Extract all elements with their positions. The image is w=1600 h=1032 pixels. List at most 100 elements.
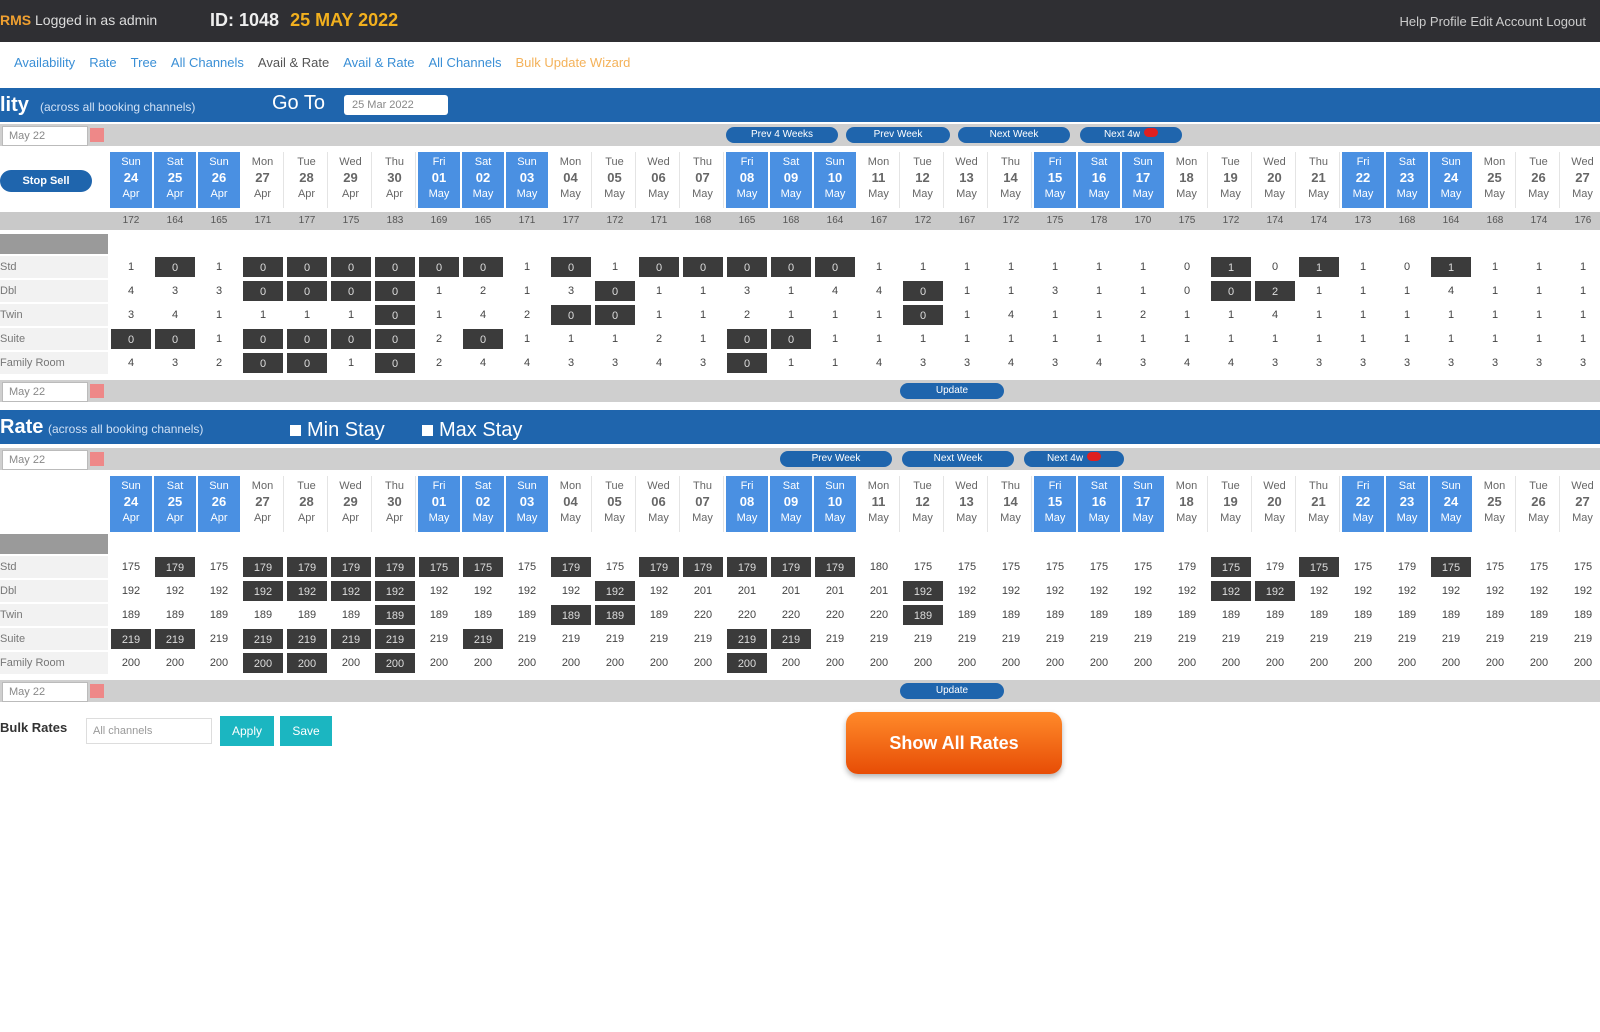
grid-cell[interactable]: 219 — [506, 628, 548, 650]
grid-cell[interactable]: 1 — [1474, 280, 1516, 302]
grid-cell[interactable]: 1 — [506, 328, 548, 350]
grid-cell[interactable]: 1 — [946, 280, 988, 302]
rates-month-select-bottom[interactable]: May 22 — [2, 682, 88, 702]
grid-cell[interactable]: 0 — [1166, 256, 1208, 278]
grid-cell[interactable]: 175 — [594, 556, 636, 578]
grid-cell[interactable]: 220 — [858, 604, 900, 626]
grid-cell[interactable]: 1 — [1474, 256, 1516, 278]
grid-cell[interactable]: 1 — [1430, 328, 1472, 350]
grid-cell[interactable]: 1 — [946, 256, 988, 278]
grid-cell[interactable]: 3 — [1034, 280, 1076, 302]
grid-cell[interactable]: 192 — [1122, 580, 1164, 602]
grid-cell[interactable]: 189 — [418, 604, 460, 626]
grid-cell[interactable]: 4 — [110, 352, 152, 374]
grid-cell[interactable]: 1 — [198, 328, 240, 350]
grid-cell[interactable]: 1 — [1254, 328, 1296, 350]
availability-update-button[interactable]: Update — [900, 383, 1004, 399]
grid-cell[interactable]: 4 — [462, 304, 504, 326]
grid-cell[interactable]: 179 — [638, 556, 680, 578]
grid-cell[interactable]: 0 — [682, 256, 724, 278]
grid-cell[interactable]: 219 — [902, 628, 944, 650]
tab-6[interactable]: All Channels — [429, 48, 502, 78]
max-stay-option[interactable]: Max Stay — [422, 419, 522, 442]
grid-cell[interactable]: 2 — [1254, 280, 1296, 302]
next-week-button[interactable]: Next Week — [958, 127, 1070, 143]
rates-month-select[interactable]: May 22 — [2, 450, 88, 470]
grid-cell[interactable]: 220 — [682, 604, 724, 626]
grid-cell[interactable]: 179 — [374, 556, 416, 578]
grid-cell[interactable]: 1 — [418, 280, 460, 302]
grid-cell[interactable]: 1 — [198, 256, 240, 278]
grid-cell[interactable]: 189 — [1122, 604, 1164, 626]
grid-cell[interactable]: 1 — [594, 256, 636, 278]
grid-cell[interactable]: 2 — [198, 352, 240, 374]
grid-cell[interactable]: 200 — [726, 652, 768, 674]
grid-cell[interactable]: 175 — [1474, 556, 1516, 578]
grid-cell[interactable]: 189 — [1474, 604, 1516, 626]
grid-cell[interactable]: 200 — [1298, 652, 1340, 674]
grid-cell[interactable]: 219 — [1430, 628, 1472, 650]
grid-cell[interactable]: 189 — [1166, 604, 1208, 626]
grid-cell[interactable]: 0 — [154, 328, 196, 350]
grid-cell[interactable]: 219 — [1386, 628, 1428, 650]
grid-cell[interactable]: 219 — [1518, 628, 1560, 650]
grid-cell[interactable]: 4 — [858, 352, 900, 374]
grid-cell[interactable]: 175 — [902, 556, 944, 578]
grid-cell[interactable]: 192 — [110, 580, 152, 602]
grid-cell[interactable]: 4 — [858, 280, 900, 302]
grid-cell[interactable]: 1 — [1034, 328, 1076, 350]
grid-cell[interactable]: 192 — [1518, 580, 1560, 602]
grid-cell[interactable]: 179 — [814, 556, 856, 578]
grid-cell[interactable]: 1 — [1518, 280, 1560, 302]
grid-cell[interactable]: 1 — [1474, 328, 1516, 350]
grid-cell[interactable]: 3 — [198, 280, 240, 302]
grid-cell[interactable]: 0 — [418, 256, 460, 278]
grid-cell[interactable]: 189 — [1298, 604, 1340, 626]
grid-cell[interactable]: 1 — [902, 256, 944, 278]
grid-cell[interactable]: 0 — [374, 352, 416, 374]
grid-cell[interactable]: 1 — [594, 328, 636, 350]
grid-cell[interactable]: 219 — [1298, 628, 1340, 650]
grid-cell[interactable]: 175 — [506, 556, 548, 578]
grid-cell[interactable]: 1 — [198, 304, 240, 326]
grid-cell[interactable]: 1 — [506, 280, 548, 302]
grid-cell[interactable]: 1 — [1386, 304, 1428, 326]
grid-cell[interactable]: 0 — [726, 328, 768, 350]
grid-cell[interactable]: 200 — [858, 652, 900, 674]
grid-cell[interactable]: 1 — [1430, 256, 1472, 278]
clear-icon[interactable] — [90, 452, 104, 466]
grid-cell[interactable]: 175 — [1298, 556, 1340, 578]
grid-cell[interactable]: 219 — [814, 628, 856, 650]
grid-cell[interactable]: 175 — [1034, 556, 1076, 578]
grid-cell[interactable]: 192 — [506, 580, 548, 602]
grid-cell[interactable]: 4 — [1430, 280, 1472, 302]
grid-cell[interactable]: 1 — [1386, 328, 1428, 350]
grid-cell[interactable]: 219 — [110, 628, 152, 650]
grid-cell[interactable]: 200 — [198, 652, 240, 674]
grid-cell[interactable]: 220 — [770, 604, 812, 626]
grid-cell[interactable]: 0 — [286, 280, 328, 302]
grid-cell[interactable]: 192 — [1078, 580, 1120, 602]
grid-cell[interactable]: 179 — [286, 556, 328, 578]
grid-cell[interactable]: 189 — [242, 604, 284, 626]
grid-cell[interactable]: 192 — [1562, 580, 1600, 602]
grid-cell[interactable]: 2 — [418, 352, 460, 374]
grid-cell[interactable]: 3 — [1122, 352, 1164, 374]
grid-cell[interactable]: 200 — [1386, 652, 1428, 674]
grid-cell[interactable]: 200 — [594, 652, 636, 674]
grid-cell[interactable]: 0 — [286, 328, 328, 350]
grid-cell[interactable]: 200 — [1518, 652, 1560, 674]
grid-cell[interactable]: 1 — [1430, 304, 1472, 326]
grid-cell[interactable]: 219 — [154, 628, 196, 650]
grid-cell[interactable]: 0 — [638, 256, 680, 278]
grid-cell[interactable]: 175 — [1122, 556, 1164, 578]
grid-cell[interactable]: 175 — [462, 556, 504, 578]
grid-cell[interactable]: 0 — [594, 304, 636, 326]
grid-cell[interactable]: 219 — [1210, 628, 1252, 650]
grid-cell[interactable]: 200 — [550, 652, 592, 674]
grid-cell[interactable]: 1 — [1078, 256, 1120, 278]
grid-cell[interactable]: 3 — [154, 352, 196, 374]
grid-cell[interactable]: 1 — [990, 280, 1032, 302]
grid-cell[interactable]: 192 — [198, 580, 240, 602]
grid-cell[interactable]: 0 — [330, 256, 372, 278]
